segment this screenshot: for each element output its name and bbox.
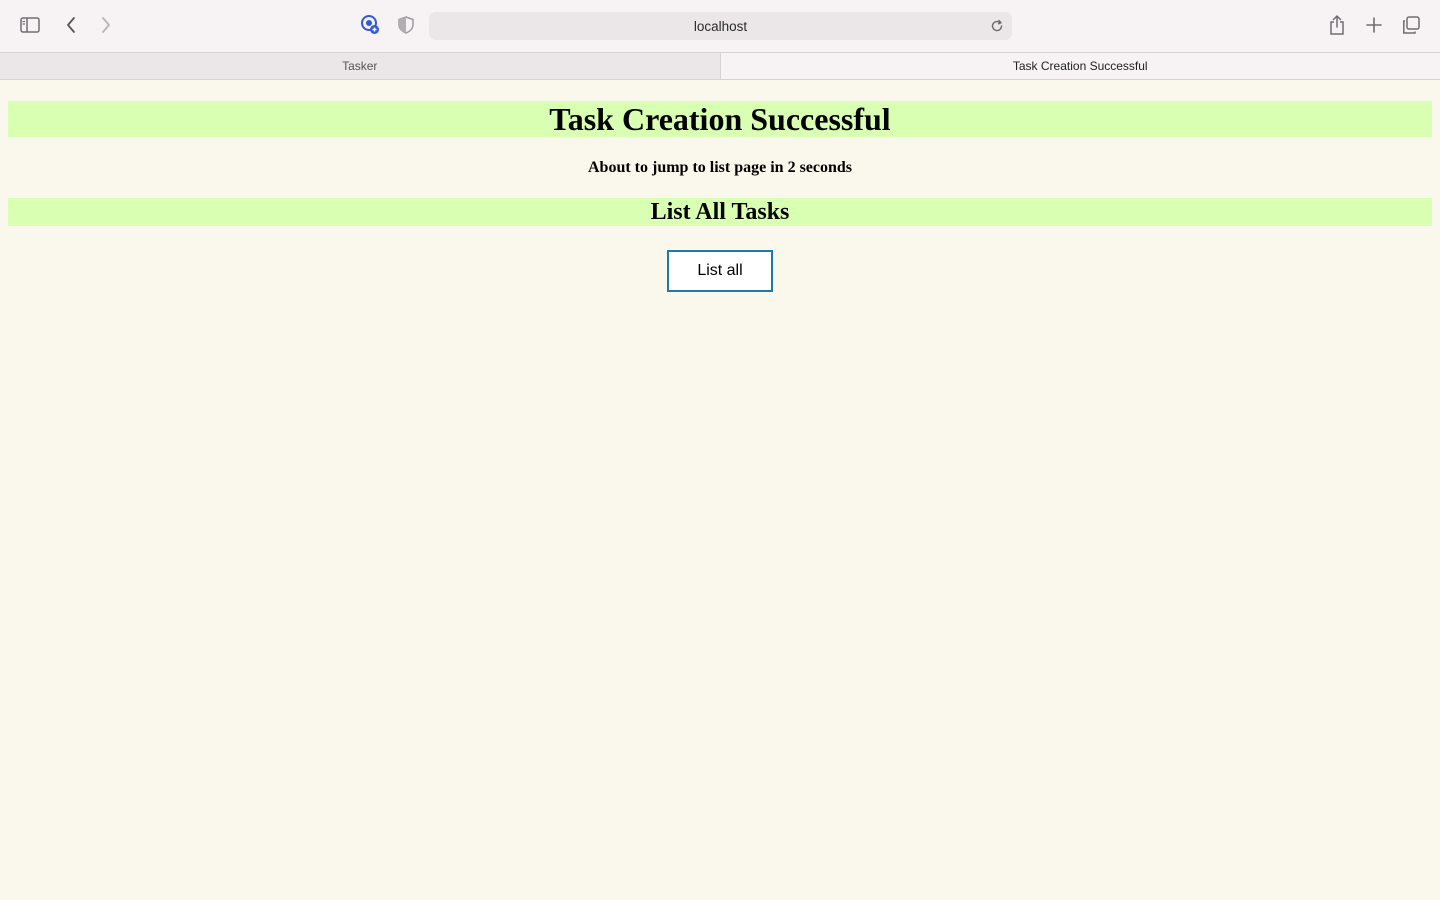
list-all-button[interactable]: List all <box>667 250 773 292</box>
tab-overview-icon[interactable] <box>1398 12 1424 38</box>
extension-badge-icon[interactable] <box>357 12 383 38</box>
tab-task-creation-successful[interactable]: Task Creation Successful <box>720 53 1440 79</box>
address-text: localhost <box>693 18 748 34</box>
redirect-message: About to jump to list page in 2 seconds <box>587 159 853 176</box>
sidebar-toggle-icon[interactable] <box>17 12 43 38</box>
tab-label: Task Creation Successful <box>1012 59 1148 73</box>
section-title: List All Tasks <box>8 198 1432 226</box>
page-title: Task Creation Successful <box>8 101 1432 137</box>
reload-icon[interactable] <box>988 17 1006 35</box>
browser-toolbar: localhost <box>0 0 1440 52</box>
chevron-right-icon[interactable] <box>93 12 119 38</box>
address-bar[interactable]: localhost <box>429 12 1012 40</box>
page-content: Task Creation Successful About to jump t… <box>0 80 1440 900</box>
share-icon[interactable] <box>1324 12 1350 38</box>
tab-bar: Tasker Task Creation Successful <box>0 52 1440 80</box>
plus-icon[interactable] <box>1361 12 1387 38</box>
shield-icon[interactable] <box>393 12 419 38</box>
tab-tasker[interactable]: Tasker <box>0 53 721 79</box>
tab-label: Tasker <box>342 59 378 73</box>
chevron-left-icon[interactable] <box>58 12 84 38</box>
